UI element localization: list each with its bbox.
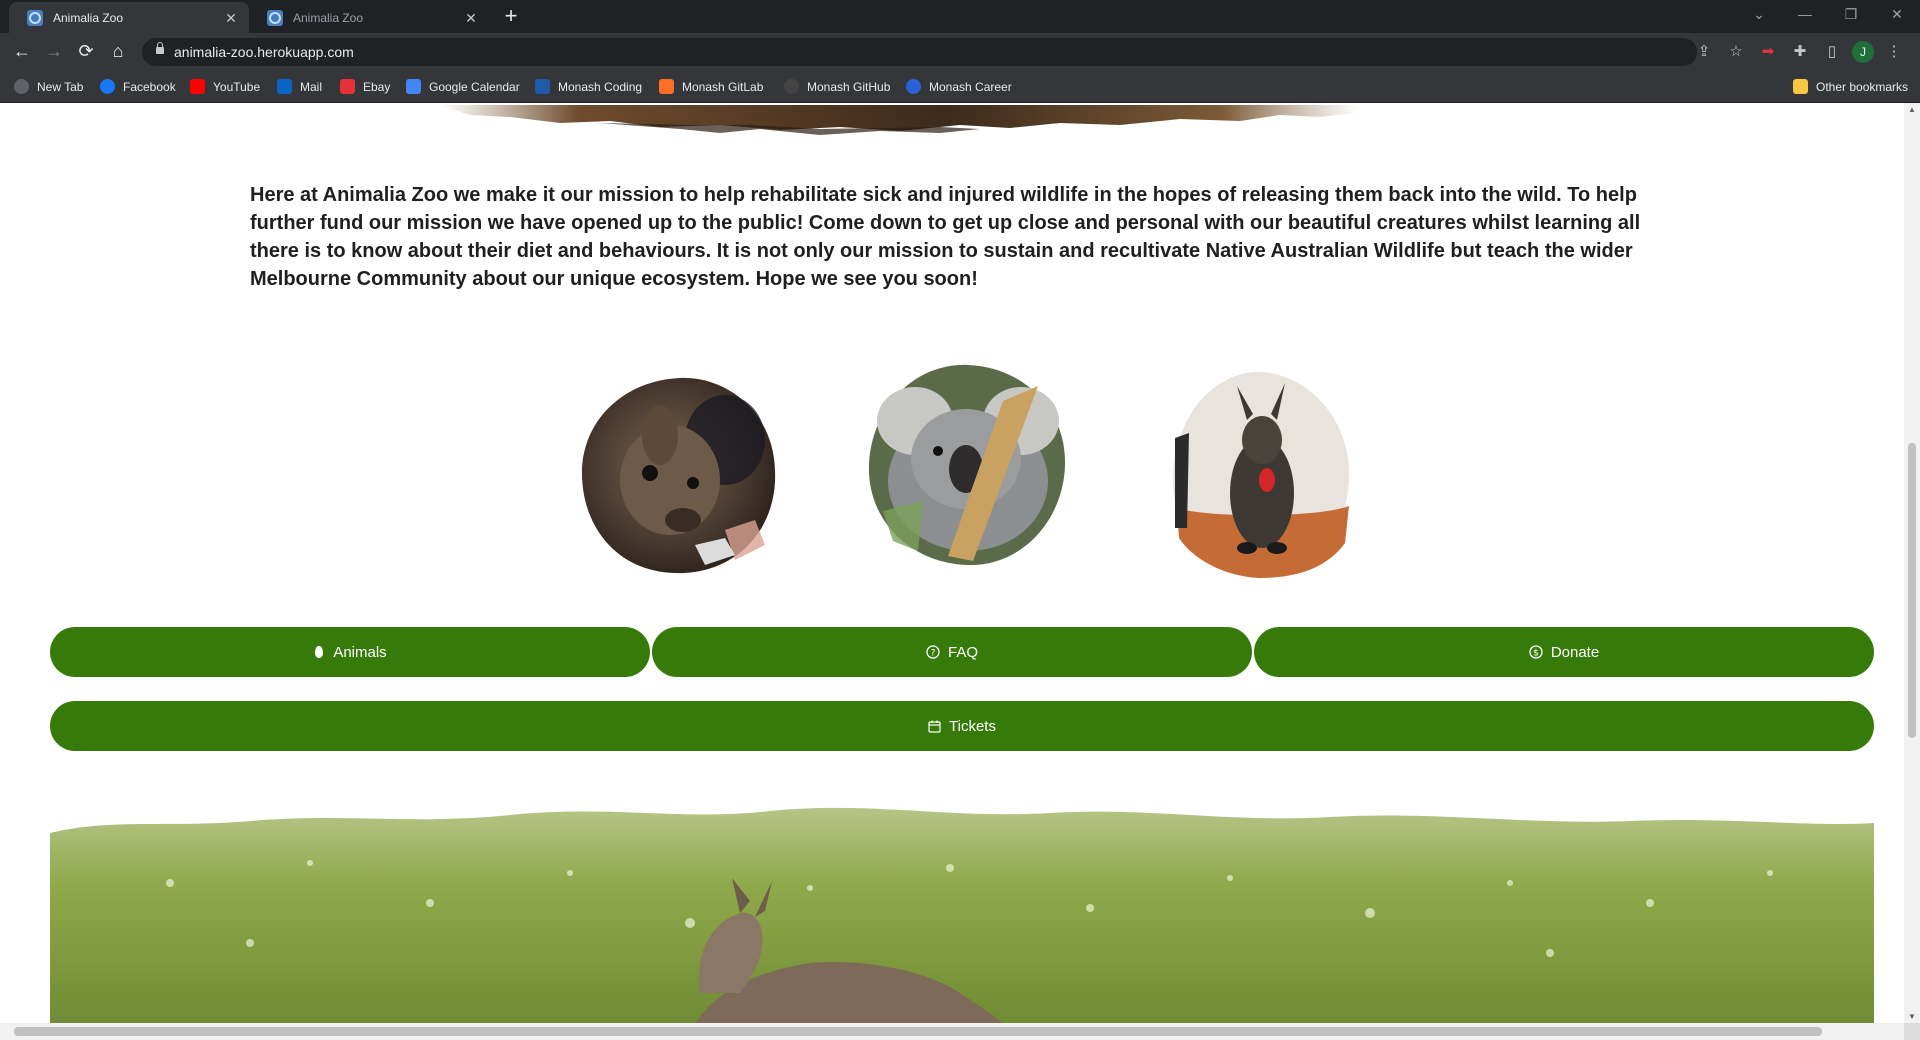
bookmark-monash-coding[interactable]: Monash Coding <box>535 79 642 94</box>
faq-button[interactable]: ? FAQ <box>652 627 1252 677</box>
home-button[interactable]: ⌂ <box>106 40 130 64</box>
close-window-button[interactable]: ✕ <box>1874 0 1920 30</box>
bookmark-mail[interactable]: Mail <box>277 79 322 94</box>
close-tab-icon[interactable]: ✕ <box>223 10 239 26</box>
tab-search-icon[interactable]: ⌄ <box>1736 0 1782 30</box>
svg-text:$: $ <box>1533 648 1539 658</box>
dollar-circle-icon: $ <box>1529 645 1543 659</box>
close-tab-icon[interactable]: ✕ <box>463 10 479 26</box>
bookmark-google-calendar[interactable]: Google Calendar <box>406 79 520 94</box>
calendar-icon <box>928 720 941 733</box>
vertical-scroll-thumb[interactable] <box>1908 443 1916 738</box>
other-bookmarks-folder[interactable]: Other bookmarks <box>1793 79 1908 94</box>
profile-avatar[interactable]: J <box>1852 41 1874 63</box>
facebook-icon <box>100 79 115 94</box>
github-icon <box>784 79 799 94</box>
reload-button[interactable]: ⟳ <box>74 40 98 64</box>
minimize-button[interactable]: — <box>1782 0 1828 30</box>
extension-icon[interactable]: ➡ <box>1756 40 1780 64</box>
folder-icon <box>1793 79 1808 94</box>
bookmarks-bar: New Tab Facebook YouTube Mail Ebay Googl… <box>0 71 1920 103</box>
koala-image <box>868 364 1066 566</box>
bookmark-star-icon[interactable]: ☆ <box>1724 40 1748 64</box>
donate-button[interactable]: $ Donate <box>1254 627 1874 677</box>
svg-text:?: ? <box>931 648 936 658</box>
tickets-button[interactable]: Tickets <box>50 701 1874 751</box>
banner-brush-edge <box>440 105 1360 135</box>
new-tab-button[interactable]: + <box>500 5 522 28</box>
donate-button-label: Donate <box>1550 643 1600 661</box>
wallaby-image <box>1172 371 1350 579</box>
globe-icon <box>14 79 29 94</box>
vertical-scrollbar[interactable]: ▲ ▼ <box>1904 103 1920 1023</box>
kangaroo-hero-image <box>50 807 1874 1023</box>
site-favicon-icon <box>267 9 283 26</box>
youtube-icon <box>190 79 205 94</box>
horizontal-scroll-thumb[interactable] <box>14 1027 1822 1036</box>
scrollbar-corner <box>1904 1023 1920 1040</box>
address-bar[interactable]: animalia-zoo.herokuapp.com <box>142 38 1697 66</box>
faq-button-label: FAQ <box>947 643 978 661</box>
share-icon[interactable]: ⇪ <box>1692 40 1716 64</box>
url-text: animalia-zoo.herokuapp.com <box>174 44 354 60</box>
page-viewport: Here at Animalia Zoo we make it our miss… <box>0 103 1904 1023</box>
animals-button[interactable]: Animals <box>50 627 650 677</box>
browser-toolbar: ← → ⟳ ⌂ animalia-zoo.herokuapp.com ⇪ ☆ ➡… <box>0 33 1920 71</box>
extensions-puzzle-icon[interactable]: ✚ <box>1788 40 1812 64</box>
bookmark-new-tab[interactable]: New Tab <box>14 79 83 94</box>
forward-button[interactable]: → <box>42 40 66 64</box>
bookmark-youtube[interactable]: YouTube <box>190 79 260 94</box>
more-menu-icon[interactable]: ⋮ <box>1882 40 1906 64</box>
outlook-icon <box>277 79 292 94</box>
back-button[interactable]: ← <box>10 40 34 64</box>
restore-button[interactable]: ❐ <box>1828 0 1874 30</box>
tickets-button-label: Tickets <box>949 717 996 735</box>
bookmark-ebay[interactable]: Ebay <box>340 79 390 94</box>
scroll-up-arrow-icon[interactable]: ▲ <box>1908 105 1916 114</box>
site-favicon-icon <box>27 9 43 26</box>
bookmark-monash-github[interactable]: Monash GitHub <box>784 79 890 94</box>
question-circle-icon: ? <box>926 645 940 659</box>
mission-statement: Here at Animalia Zoo we make it our miss… <box>250 184 1641 290</box>
bookmark-facebook[interactable]: Facebook <box>100 79 176 94</box>
side-panel-icon[interactable]: ▯ <box>1820 40 1844 64</box>
bookmark-monash-career[interactable]: Monash Career <box>906 79 1012 94</box>
lock-icon[interactable] <box>156 42 164 56</box>
gitlab-icon <box>659 79 674 94</box>
baby-kangaroo-image <box>581 377 776 574</box>
calendar-icon <box>406 79 421 94</box>
window-controls: ⌄ — ❐ ✕ <box>1736 0 1920 30</box>
monash-icon <box>535 79 550 94</box>
career-icon <box>906 79 921 94</box>
browser-tab-bar: Animalia Zoo ✕ Animalia Zoo ✕ + ⌄ — ❐ ✕ <box>0 0 1920 33</box>
animals-button-label: Animals <box>333 643 387 661</box>
bookmark-monash-gitlab[interactable]: Monash GitLab <box>659 79 763 94</box>
tab-title: Animalia Zoo <box>53 10 124 25</box>
horizontal-scrollbar[interactable] <box>0 1023 1904 1040</box>
ebay-icon <box>340 79 355 94</box>
scroll-down-arrow-icon[interactable]: ▼ <box>1908 1012 1916 1021</box>
tab-title: Animalia Zoo <box>293 10 364 25</box>
tab-animalia-zoo-active[interactable]: Animalia Zoo ✕ <box>9 2 249 33</box>
animal-paw-icon <box>313 645 325 659</box>
tab-animalia-zoo[interactable]: Animalia Zoo ✕ <box>249 2 489 33</box>
